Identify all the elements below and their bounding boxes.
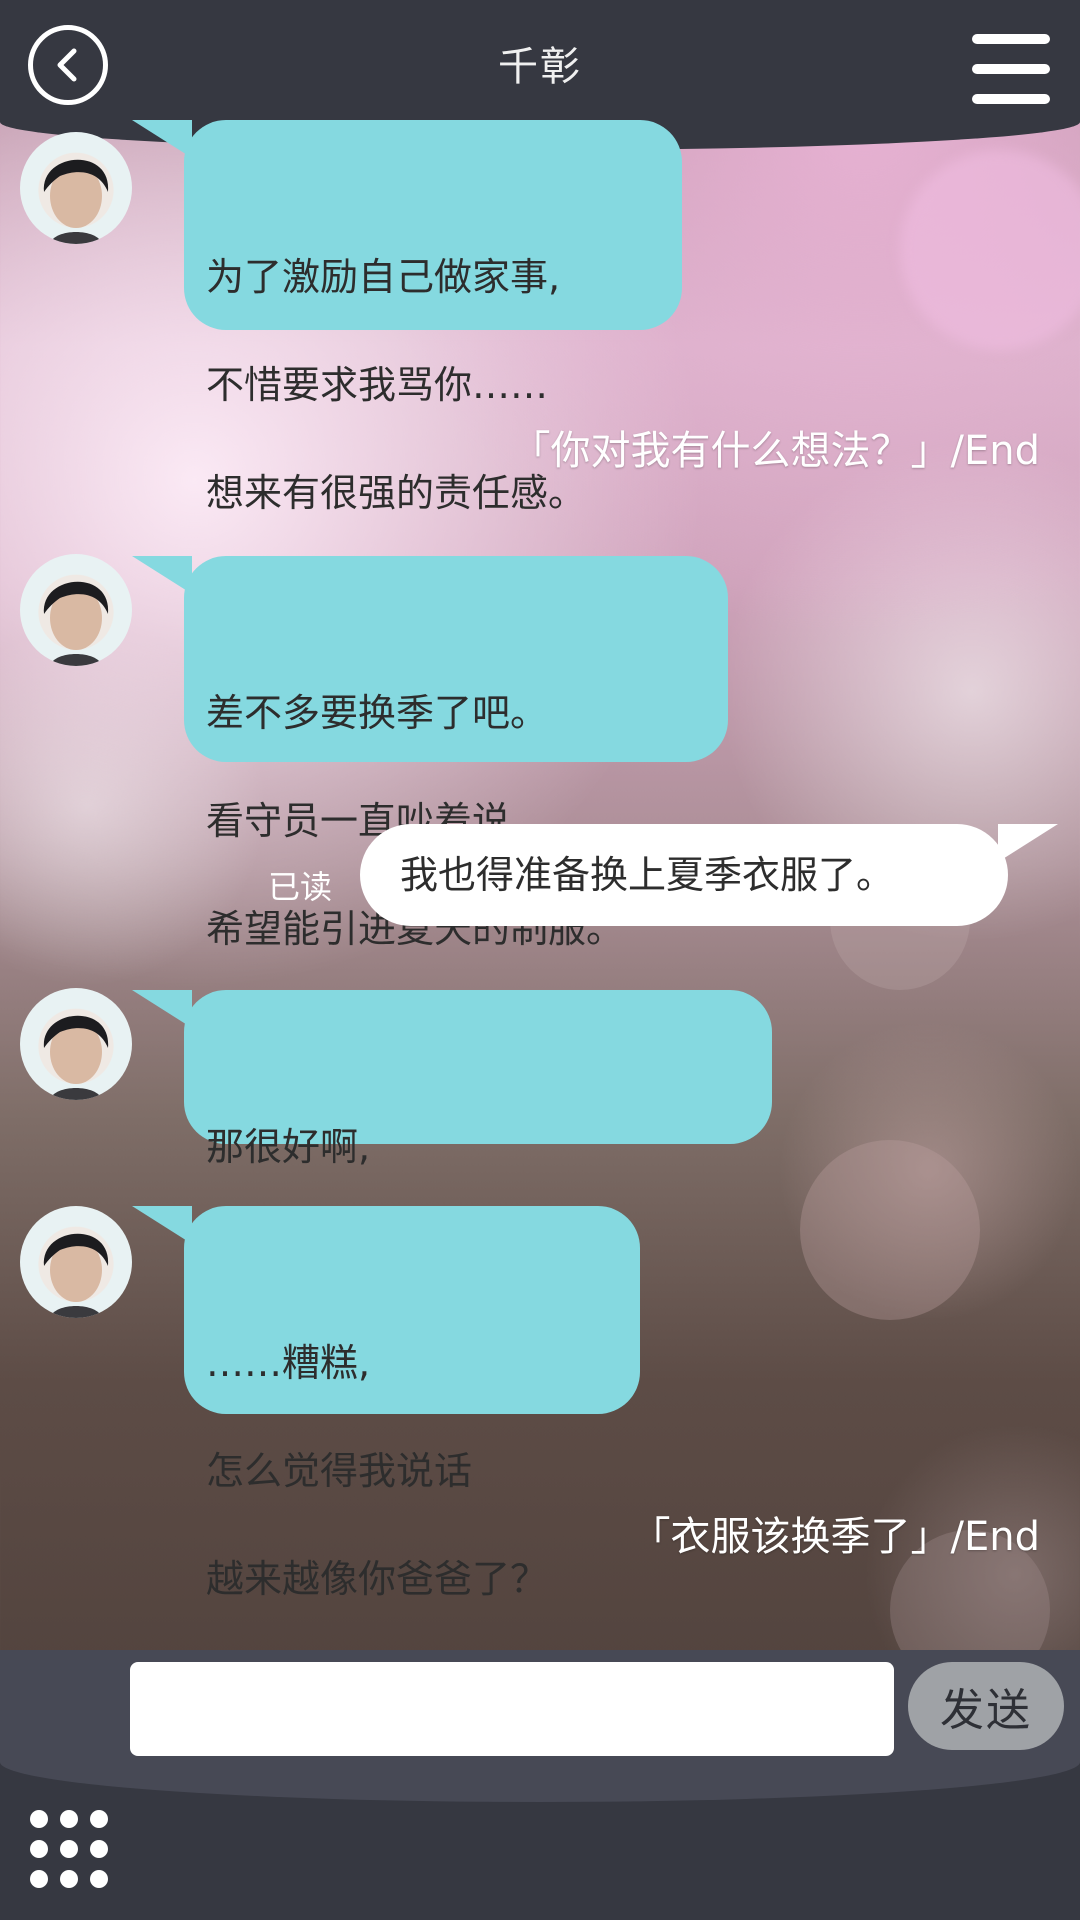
character-portrait-icon	[43, 1233, 109, 1318]
grid-apps-icon[interactable]	[30, 1810, 110, 1890]
message-text: 我也得准备换上夏季衣服了。	[400, 853, 895, 897]
character-portrait-icon	[43, 581, 109, 666]
bokeh-light	[900, 150, 1080, 350]
chat-title: 千彰	[498, 44, 582, 90]
incoming-message: 差不多要换季了吧。 看守员一直吵着说 希望能引进夏天的制服。	[132, 556, 728, 951]
message-line: 怎么觉得我说话	[206, 1449, 473, 1493]
character-portrait-icon	[43, 159, 109, 244]
message-line: 那很好啊,	[206, 1125, 371, 1169]
bubble-tail	[132, 120, 192, 158]
message-input[interactable]	[130, 1662, 894, 1756]
hamburger-menu-icon[interactable]	[972, 34, 1050, 104]
avatar[interactable]	[20, 1206, 132, 1318]
outgoing-message: 我也得准备换上夏季衣服了。	[360, 824, 1058, 926]
character-portrait-icon	[43, 1015, 109, 1100]
chevron-left-icon	[57, 48, 77, 82]
bubble-tail	[132, 1206, 192, 1244]
story-choice-end[interactable]: 「你对我有什么想法？」/End	[511, 418, 1041, 476]
bubble-tail	[132, 990, 192, 1028]
avatar[interactable]	[20, 132, 132, 244]
bubble-tail	[998, 824, 1058, 862]
story-choice-end[interactable]: 「衣服该换季了」/End	[631, 1504, 1041, 1562]
bubble-tail	[132, 556, 192, 594]
bokeh-light	[800, 1140, 980, 1320]
message-line: 差不多要换季了吧。	[206, 691, 549, 735]
message-line: 为了激励自己做家事,	[206, 255, 561, 299]
read-receipt: 已读	[268, 868, 333, 906]
back-button[interactable]	[28, 25, 108, 105]
incoming-message: 为了激励自己做家事, 不惜要求我骂你…… 想来有很强的责任感。	[132, 120, 682, 515]
avatar[interactable]	[20, 554, 132, 666]
send-button[interactable]: 发送	[908, 1662, 1064, 1750]
avatar[interactable]	[20, 988, 132, 1100]
incoming-message: 那很好啊, 不过可不能穿得太过暴露。	[132, 990, 772, 1277]
message-line: 越来越像你爸爸了？	[206, 1557, 549, 1601]
message-line: ……糟糕,	[206, 1341, 371, 1385]
incoming-message: ……糟糕, 怎么觉得我说话 越来越像你爸爸了？	[132, 1206, 640, 1601]
message-line: 不惜要求我骂你……	[206, 363, 549, 407]
